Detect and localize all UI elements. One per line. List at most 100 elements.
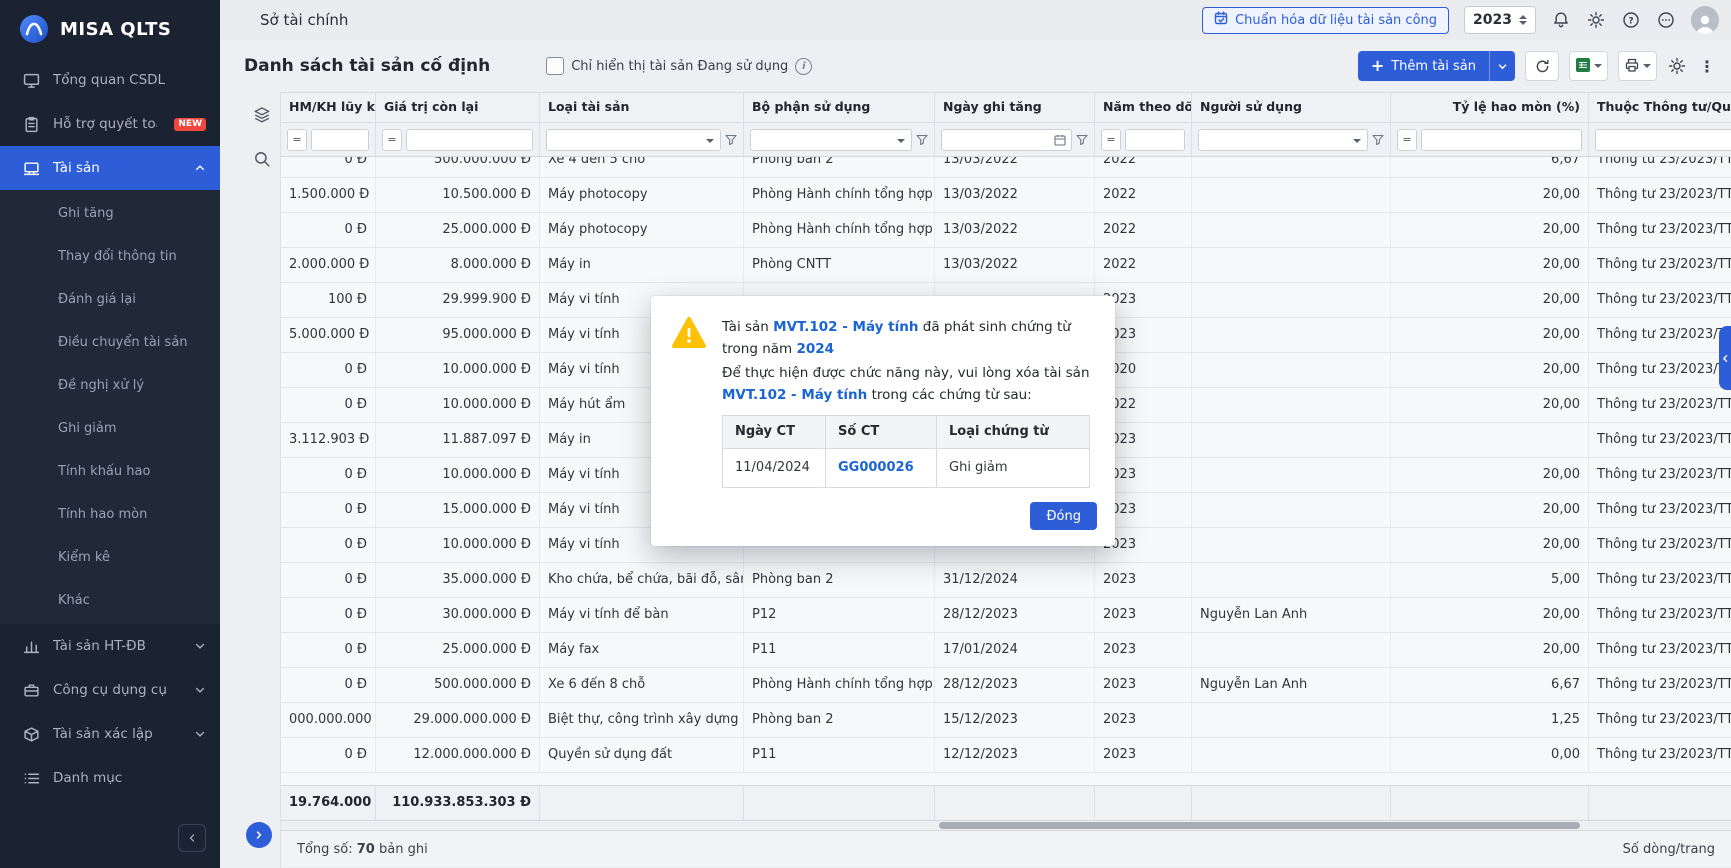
checkbox-box[interactable] (546, 57, 564, 75)
table-row[interactable]: 1.500.000 Đ10.500.000 ĐMáy photocopyPhòn… (281, 178, 1731, 213)
filter-select-bo-phan[interactable] (750, 129, 912, 151)
cell-date: 28/12/2023 (935, 668, 1095, 702)
funnel-filter-icon[interactable] (1076, 134, 1088, 146)
cell-rate: 20,00 (1391, 178, 1589, 212)
cell-dept: Phòng ban 2 (744, 563, 935, 597)
filter-input-nam[interactable] (1125, 129, 1185, 151)
year-stepper-arrows[interactable] (1519, 15, 1527, 25)
table-row[interactable]: 0 Đ25.000.000 ĐMáy faxP1117/01/202420232… (281, 633, 1731, 668)
filter-date-input[interactable] (941, 129, 1072, 151)
filter-input-hmkh[interactable] (311, 129, 369, 151)
app-logo[interactable]: MISA QLTS (0, 0, 220, 58)
cell-type: Máy photocopy (540, 213, 744, 247)
more-menu-icon[interactable]: ⋮ (1697, 56, 1717, 76)
expand-columns-button[interactable] (246, 822, 272, 848)
active-assets-filter-checkbox[interactable]: Chỉ hiển thị tài sản Đang sử dụng i (546, 57, 812, 75)
submenu-item[interactable]: Điều chuyển tài sản (0, 321, 220, 364)
misa-logo-icon (18, 13, 50, 45)
table-row[interactable]: 2.000.000 Đ8.000.000 ĐMáy inPhòng CNTT13… (281, 248, 1731, 283)
normalize-data-button[interactable]: Chuẩn hóa dữ liệu tài sản công (1202, 7, 1449, 34)
right-panel-handle[interactable] (1719, 326, 1731, 390)
scrollbar-thumb[interactable] (939, 822, 1580, 829)
cell-hm: 3.112.903 Đ (281, 423, 376, 457)
column-header[interactable]: Năm theo dõi (1095, 93, 1192, 122)
notification-bell-icon[interactable] (1551, 10, 1571, 30)
filter-select-loai-tai-san[interactable] (546, 129, 721, 151)
user-avatar[interactable] (1691, 6, 1719, 34)
dialog-line-2: Để thực hiện được chức năng này, vui lòn… (722, 362, 1091, 406)
submenu-item[interactable]: Kiểm kê (0, 536, 220, 579)
table-row[interactable]: 0 Đ12.000.000.000 ĐQuyền sử dụng đấtP111… (281, 738, 1731, 773)
operator-selector[interactable]: = (287, 129, 307, 151)
filter-input-ty-le[interactable] (1421, 129, 1582, 151)
table-row[interactable]: 0 Đ500.000.000 ĐXe 4 đến 5 chỗPhòng ban … (281, 157, 1731, 178)
dialog-body: Tài sản MVT.102 - Máy tính đã phát sinh … (651, 296, 1115, 492)
filter-cell-bo-phan (744, 123, 935, 156)
table-header-row: HM/KH lũy kếGiá trị còn lạiLoại tài sảnB… (281, 92, 1731, 123)
submenu-item[interactable]: Tính hao mòn (0, 493, 220, 536)
table-row[interactable]: 0 Đ500.000.000 ĐXe 6 đến 8 chỗPhòng Hành… (281, 668, 1731, 703)
horizontal-scrollbar[interactable] (281, 821, 1731, 830)
cell-type: Máy fax (540, 633, 744, 667)
funnel-filter-icon[interactable] (725, 134, 737, 146)
submenu-item[interactable]: Thay đổi thông tin (0, 235, 220, 278)
cell-rate: 1,25 (1391, 703, 1589, 737)
sidebar-item-cong-cu-dung-cu[interactable]: Công cụ dụng cụ (0, 668, 220, 712)
year-link[interactable]: 2024 (797, 341, 835, 357)
sidebar-item-tai-san-ht-db[interactable]: Tài sản HT-ĐB (0, 624, 220, 668)
voucher-number-link[interactable]: GG000026 (838, 460, 914, 475)
submenu-item[interactable]: Tính khấu hao (0, 450, 220, 493)
asset-code-link[interactable]: MVT.102 - Máy tính (773, 319, 918, 335)
close-dialog-button[interactable]: Đóng (1030, 502, 1097, 530)
info-icon[interactable]: i (795, 58, 812, 75)
sidebar-collapse-button[interactable] (178, 824, 206, 852)
table-row[interactable]: 0 Đ25.000.000 ĐMáy photocopyPhòng Hành c… (281, 213, 1731, 248)
sidebar-item-tong-quan-csdl[interactable]: Tổng quan CSDL (0, 58, 220, 102)
column-header[interactable]: Thuộc Thông tư/Quyết (1589, 93, 1731, 122)
operator-selector[interactable]: = (1397, 129, 1417, 151)
export-excel-button[interactable] (1569, 51, 1608, 81)
checkbox-label: Chỉ hiển thị tài sản Đang sử dụng (571, 59, 788, 74)
submenu-item[interactable]: Ghi giảm (0, 407, 220, 450)
column-header[interactable]: Người sử dụng (1192, 93, 1391, 122)
grid-settings-gear-icon[interactable] (1667, 56, 1687, 76)
help-icon[interactable]: ? (1621, 10, 1641, 30)
sidebar-item-ho-tro-quyet-toan[interactable]: Hỗ trợ quyết toán NEW (0, 102, 220, 146)
submenu-item[interactable]: Đề nghị xử lý (0, 364, 220, 407)
add-asset-button[interactable]: + Thêm tài sản (1358, 51, 1489, 81)
more-options-icon[interactable] (1656, 10, 1676, 30)
refresh-button[interactable] (1525, 51, 1559, 81)
sidebar-item-danh-muc[interactable]: Danh mục (0, 756, 220, 800)
funnel-filter-icon[interactable] (1372, 134, 1384, 146)
cell-rate: 20,00 (1391, 598, 1589, 632)
submenu-item[interactable]: Ghi tăng (0, 192, 220, 235)
sidebar-item-tai-san[interactable]: Tài sản (0, 146, 220, 190)
submenu-item[interactable]: Khác (0, 579, 220, 622)
column-header[interactable]: Giá trị còn lại (376, 93, 540, 122)
table-row[interactable]: 0 Đ35.000.000 ĐKho chứa, bể chứa, bãi đỗ… (281, 563, 1731, 598)
operator-selector[interactable]: = (382, 129, 402, 151)
filter-input-thong-tu[interactable] (1595, 129, 1731, 151)
funnel-filter-icon[interactable] (916, 134, 928, 146)
asset-code-link[interactable]: MVT.102 - Máy tính (722, 387, 867, 403)
print-button[interactable] (1618, 51, 1657, 81)
table-row[interactable]: 0 Đ30.000.000 ĐMáy vi tính để bànP1228/1… (281, 598, 1731, 633)
year-selector[interactable]: 2023 (1464, 6, 1536, 34)
table-row[interactable]: 000.000.000 Đ29.000.000.000 ĐBiệt thự, c… (281, 703, 1731, 738)
add-asset-dropdown[interactable] (1489, 51, 1515, 81)
search-icon[interactable] (253, 150, 271, 172)
sidebar-item-tai-san-xac-lap[interactable]: Tài sản xác lập (0, 712, 220, 756)
column-header[interactable]: Loại tài sản (540, 93, 744, 122)
filter-select-nguoi-su-dung[interactable] (1198, 129, 1368, 151)
rows-per-page-label[interactable]: Số dòng/trang (1623, 842, 1715, 857)
submenu-item[interactable]: Đánh giá lại (0, 278, 220, 321)
filter-input-gia-tri[interactable] (406, 129, 533, 151)
layers-icon[interactable] (253, 106, 271, 128)
column-header[interactable]: Tỷ lệ hao mòn (%) (1391, 93, 1589, 122)
column-header[interactable]: Bộ phận sử dụng (744, 93, 935, 122)
column-header[interactable]: Ngày ghi tăng (935, 93, 1095, 122)
operator-selector[interactable]: = (1101, 129, 1121, 151)
calendar-icon[interactable] (1054, 134, 1066, 146)
settings-gear-icon[interactable] (1586, 10, 1606, 30)
column-header[interactable]: HM/KH lũy kế (281, 93, 376, 122)
